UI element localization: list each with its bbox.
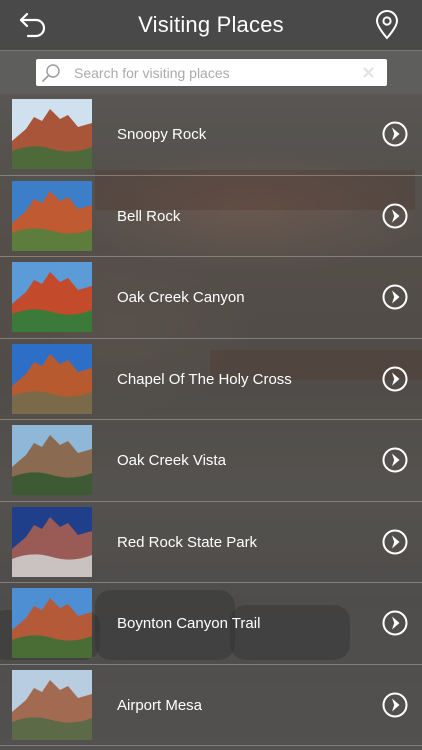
clear-icon[interactable]: [362, 66, 375, 79]
list-item[interactable]: Boynton Canyon Trail: [0, 583, 422, 665]
chevron-right-circle-icon[interactable]: [382, 692, 408, 718]
nav-bar: Visiting Places: [0, 0, 422, 50]
places-list: Snoopy Rock Bell Rock Oak Creek Canyon Chap…: [0, 94, 422, 746]
place-name: Bell Rock: [117, 207, 181, 225]
chevron-right-circle-icon[interactable]: [382, 203, 408, 229]
list-item[interactable]: Airport Mesa: [0, 665, 422, 746]
list-item[interactable]: Oak Creek Canyon: [0, 257, 422, 339]
place-name: Red Rock State Park: [117, 533, 258, 551]
chevron-right-circle-icon[interactable]: [382, 366, 408, 392]
place-thumbnail: [12, 425, 92, 495]
place-name: Airport Mesa: [117, 696, 203, 714]
chevron-right-circle-icon[interactable]: [382, 121, 408, 147]
list-item[interactable]: Oak Creek Vista: [0, 420, 422, 502]
place-name: Snoopy Rock: [117, 126, 207, 143]
place-thumbnail: [12, 343, 92, 414]
place-thumbnail: [12, 669, 92, 740]
list-item[interactable]: Snoopy Rock: [0, 94, 422, 176]
place-name: Oak Creek Canyon: [117, 289, 245, 306]
place-thumbnail: [12, 262, 92, 332]
list-item[interactable]: Bell Rock: [0, 176, 422, 257]
chevron-right-circle-icon[interactable]: [382, 529, 408, 555]
list-item[interactable]: Chapel Of The Holy Cross: [0, 339, 422, 420]
place-name: Oak Creek Vista: [117, 452, 226, 469]
place-thumbnail: [12, 99, 92, 169]
search-bar: [0, 50, 422, 94]
back-arrow-icon[interactable]: [18, 11, 48, 39]
search-icon: [42, 64, 60, 82]
list-item[interactable]: Red Rock State Park: [0, 502, 422, 583]
place-thumbnail: [12, 180, 92, 251]
place-name: Chapel Of The Holy Cross: [117, 370, 292, 388]
search-field[interactable]: [36, 59, 387, 86]
place-thumbnail: [12, 588, 92, 658]
chevron-right-circle-icon[interactable]: [382, 284, 408, 310]
place-thumbnail: [12, 506, 92, 577]
chevron-right-circle-icon[interactable]: [382, 610, 408, 636]
page-title: Visiting Places: [138, 12, 284, 37]
search-input[interactable]: [74, 59, 354, 86]
place-name: Boynton Canyon Trail: [117, 615, 261, 632]
map-pin-icon[interactable]: [374, 10, 400, 40]
chevron-right-circle-icon[interactable]: [382, 447, 408, 473]
